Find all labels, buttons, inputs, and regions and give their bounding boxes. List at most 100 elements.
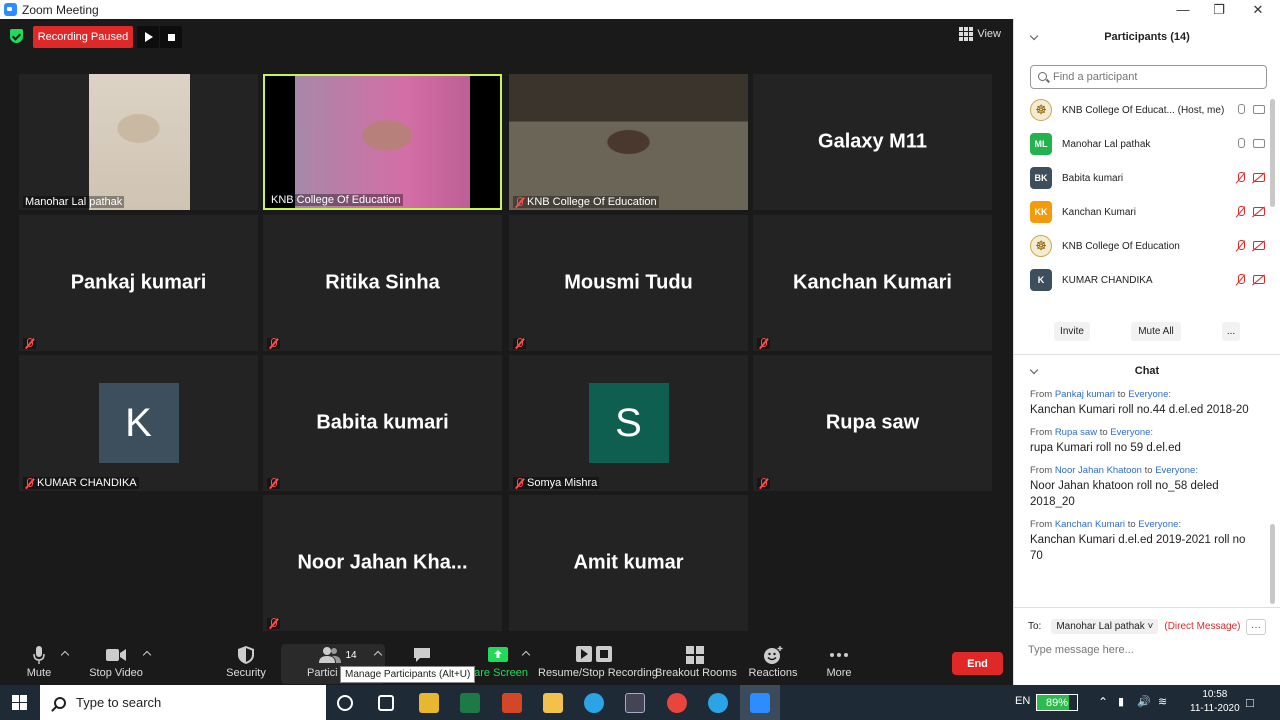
participant-row[interactable]: KK Kanchan Kumari bbox=[1014, 195, 1269, 229]
volume-icon[interactable]: 🔊 bbox=[1137, 695, 1151, 708]
video-tile[interactable]: Mousmi Tudu bbox=[509, 215, 748, 351]
window-title: Zoom Meeting bbox=[22, 2, 99, 17]
show-hidden-icons-chevron-icon[interactable]: ⌃ bbox=[1098, 695, 1108, 709]
chat-sender[interactable]: Rupa saw bbox=[1055, 427, 1097, 438]
taskbar-search-icon bbox=[54, 696, 66, 709]
video-off-icon[interactable] bbox=[1253, 207, 1265, 216]
chat-more-button[interactable]: ··· bbox=[1246, 619, 1266, 635]
encryption-shield-icon[interactable] bbox=[10, 29, 23, 43]
security-button[interactable]: Security bbox=[224, 646, 268, 679]
video-off-icon[interactable] bbox=[1253, 241, 1265, 250]
minimize-icon[interactable]: — bbox=[1164, 0, 1202, 19]
store-icon[interactable] bbox=[419, 693, 439, 713]
muted-mic-icon[interactable] bbox=[1237, 274, 1245, 286]
mute-button[interactable]: Mute bbox=[22, 646, 56, 679]
resume-recording-button[interactable] bbox=[137, 26, 159, 48]
video-tile[interactable]: Kanchan Kumari bbox=[753, 215, 992, 351]
chat-sender[interactable]: Pankaj kumari bbox=[1055, 389, 1115, 400]
video-off-icon[interactable] bbox=[1253, 173, 1265, 182]
powerpoint-icon[interactable] bbox=[502, 693, 522, 713]
video-tile[interactable]: Ritika Sinha bbox=[263, 215, 502, 351]
telegram-icon[interactable] bbox=[708, 693, 728, 713]
video-camera-icon[interactable] bbox=[1253, 139, 1265, 148]
excel-icon[interactable] bbox=[460, 693, 480, 713]
close-icon[interactable]: ✕ bbox=[1239, 0, 1277, 19]
battery-tray-icon[interactable]: ▮ bbox=[1118, 695, 1124, 708]
chat-recipient[interactable]: Everyone: bbox=[1138, 519, 1181, 530]
chat-scrollbar[interactable] bbox=[1270, 524, 1275, 604]
photos-app-icon[interactable] bbox=[625, 693, 645, 713]
muted-mic-icon[interactable] bbox=[1237, 172, 1245, 184]
resume-stop-recording-button[interactable]: Resume/Stop Recording bbox=[538, 646, 658, 679]
chat-recipient[interactable]: Everyone: bbox=[1110, 427, 1153, 438]
video-tile[interactable]: Noor Jahan Kha... bbox=[263, 495, 502, 631]
chat-recipient[interactable]: Everyone: bbox=[1155, 465, 1198, 476]
battery-indicator[interactable]: 89% bbox=[1036, 694, 1078, 711]
notifications-icon[interactable]: □ bbox=[1246, 695, 1254, 710]
mute-all-button[interactable]: Mute All bbox=[1131, 322, 1181, 341]
stop-video-button[interactable]: Stop Video bbox=[88, 646, 144, 679]
microphone-icon[interactable] bbox=[1237, 104, 1245, 116]
video-tile[interactable]: Galaxy M11 bbox=[753, 74, 992, 210]
wifi-icon[interactable]: ≋ bbox=[1158, 695, 1167, 708]
recipient-select[interactable]: Manohar Lal pathak ˅ bbox=[1051, 619, 1159, 634]
breakout-rooms-button[interactable]: Breakout Rooms bbox=[655, 646, 737, 679]
video-tile[interactable]: Manohar Lal pathak bbox=[19, 74, 258, 210]
more-button[interactable]: More bbox=[824, 646, 854, 679]
participant-row[interactable]: ☸ KNB College Of Educat... (Host, me) bbox=[1014, 93, 1269, 127]
language-indicator[interactable]: EN bbox=[1015, 695, 1030, 707]
view-button[interactable]: View bbox=[959, 27, 1001, 41]
system-clock[interactable]: 10:58 11-11-2020 bbox=[1190, 688, 1240, 716]
microphone-icon[interactable] bbox=[1237, 138, 1245, 150]
participant-name: Ritika Sinha bbox=[325, 271, 440, 294]
video-tile[interactable]: S Somya Mishra bbox=[509, 355, 748, 491]
participant-row[interactable]: ML Manohar Lal pathak bbox=[1014, 127, 1269, 161]
file-explorer-icon[interactable] bbox=[543, 693, 563, 713]
windows-start-icon[interactable] bbox=[12, 695, 27, 710]
chat-recipient[interactable]: Everyone: bbox=[1128, 389, 1171, 400]
share-screen-label: hare Screen bbox=[468, 667, 528, 679]
participant-name: Mousmi Tudu bbox=[564, 271, 693, 294]
video-off-icon[interactable] bbox=[1253, 275, 1265, 284]
video-tile[interactable]: K KUMAR CHANDIKA bbox=[19, 355, 258, 491]
video-tile[interactable]: KNB College Of Education bbox=[509, 74, 748, 210]
chat-message-input[interactable]: Type message here... bbox=[1028, 644, 1134, 656]
share-screen-button[interactable]: hare Screen bbox=[468, 646, 528, 679]
task-view-icon[interactable] bbox=[378, 695, 394, 711]
participant-status-icons bbox=[1237, 138, 1265, 150]
video-tile[interactable]: Rupa saw bbox=[753, 355, 992, 491]
end-meeting-button[interactable]: End bbox=[952, 652, 1003, 675]
participant-row[interactable]: BK Babita kumari bbox=[1014, 161, 1269, 195]
participant-search-input[interactable]: Find a participant bbox=[1030, 65, 1267, 89]
chat-title: Chat bbox=[1134, 365, 1160, 377]
participant-row[interactable]: ☸ KNB College Of Education bbox=[1014, 229, 1269, 263]
video-options-chevron-icon[interactable] bbox=[142, 650, 152, 660]
video-tile[interactable]: Amit kumar bbox=[509, 495, 748, 631]
maximize-icon[interactable]: ❐ bbox=[1200, 0, 1238, 19]
muted-mic-icon[interactable] bbox=[1237, 240, 1245, 252]
video-camera-icon[interactable] bbox=[1253, 105, 1265, 114]
invite-button[interactable]: Invite bbox=[1054, 322, 1090, 341]
reactions-button[interactable]: Reactions bbox=[748, 646, 798, 679]
chat-to-label: to bbox=[1127, 519, 1136, 530]
cortana-icon[interactable] bbox=[337, 695, 353, 711]
audio-options-chevron-icon[interactable] bbox=[60, 650, 70, 660]
stop-recording-button[interactable] bbox=[160, 26, 182, 48]
chat-sender[interactable]: Kanchan Kumari bbox=[1055, 519, 1125, 530]
video-tile[interactable]: KNB College Of Education bbox=[263, 74, 502, 210]
participants-more-button[interactable]: ... bbox=[1222, 322, 1240, 341]
participant-row[interactable]: K KUMAR CHANDIKA bbox=[1014, 263, 1269, 297]
taskbar-search-input[interactable]: Type to search bbox=[40, 685, 326, 720]
tile-caption bbox=[267, 338, 280, 349]
chat-button[interactable] bbox=[410, 646, 434, 664]
chat-sender[interactable]: Noor Jahan Khatoon bbox=[1055, 465, 1142, 476]
participants-scrollbar[interactable] bbox=[1270, 99, 1275, 207]
video-tile[interactable]: Pankaj kumari bbox=[19, 215, 258, 351]
tile-caption-name: Somya Mishra bbox=[527, 477, 598, 489]
participants-count: 14 bbox=[345, 649, 357, 661]
edge-browser-icon[interactable] bbox=[584, 693, 604, 713]
chrome-browser-icon[interactable] bbox=[667, 693, 687, 713]
video-tile[interactable]: Babita kumari bbox=[263, 355, 502, 491]
chat-message-text: Noor Jahan khatoon roll no_58 deled 2018… bbox=[1030, 480, 1219, 508]
muted-mic-icon[interactable] bbox=[1237, 206, 1245, 218]
